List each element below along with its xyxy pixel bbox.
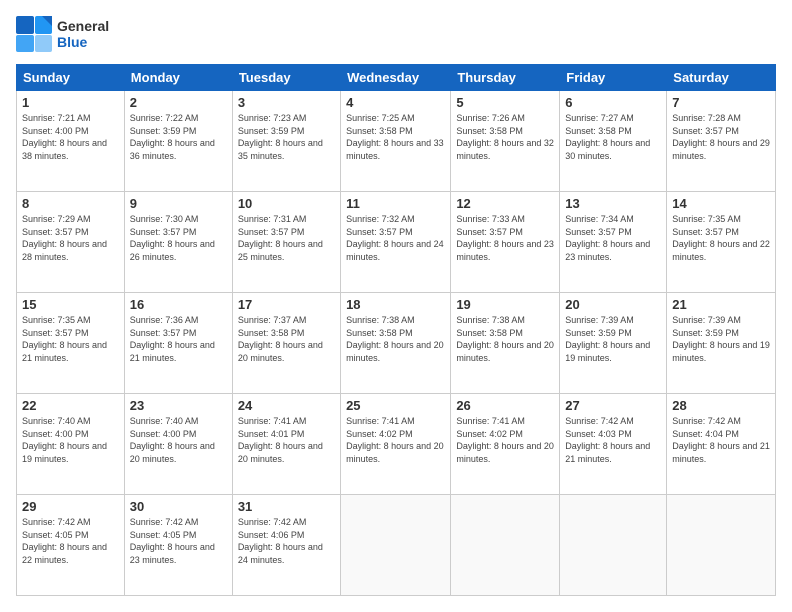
day-7: 7Sunrise: 7:28 AMSunset: 3:57 PMDaylight… (667, 91, 776, 192)
weekday-saturday: Saturday (667, 65, 776, 91)
calendar-page: General Blue SundayMondayTuesdayWednesda… (0, 0, 792, 612)
logo-blue-text: Blue (57, 34, 109, 50)
week-row-3: 15Sunrise: 7:35 AMSunset: 3:57 PMDayligh… (17, 293, 776, 394)
day-5: 5Sunrise: 7:26 AMSunset: 3:58 PMDaylight… (451, 91, 560, 192)
day-15: 15Sunrise: 7:35 AMSunset: 3:57 PMDayligh… (17, 293, 125, 394)
day-3: 3Sunrise: 7:23 AMSunset: 3:59 PMDaylight… (232, 91, 340, 192)
day-20: 20Sunrise: 7:39 AMSunset: 3:59 PMDayligh… (560, 293, 667, 394)
day-31: 31Sunrise: 7:42 AMSunset: 4:06 PMDayligh… (232, 495, 340, 596)
day-21: 21Sunrise: 7:39 AMSunset: 3:59 PMDayligh… (667, 293, 776, 394)
day-18: 18Sunrise: 7:38 AMSunset: 3:58 PMDayligh… (341, 293, 451, 394)
week-row-4: 22Sunrise: 7:40 AMSunset: 4:00 PMDayligh… (17, 394, 776, 495)
day-30: 30Sunrise: 7:42 AMSunset: 4:05 PMDayligh… (124, 495, 232, 596)
day-11: 11Sunrise: 7:32 AMSunset: 3:57 PMDayligh… (341, 192, 451, 293)
logo-general-text: General (57, 18, 109, 34)
empty-cell (667, 495, 776, 596)
header: General Blue (16, 16, 776, 52)
logo-graphic-icon (16, 16, 52, 52)
empty-cell (560, 495, 667, 596)
day-23: 23Sunrise: 7:40 AMSunset: 4:00 PMDayligh… (124, 394, 232, 495)
week-row-1: 1Sunrise: 7:21 AMSunset: 4:00 PMDaylight… (17, 91, 776, 192)
day-13: 13Sunrise: 7:34 AMSunset: 3:57 PMDayligh… (560, 192, 667, 293)
day-17: 17Sunrise: 7:37 AMSunset: 3:58 PMDayligh… (232, 293, 340, 394)
weekday-wednesday: Wednesday (341, 65, 451, 91)
weekday-thursday: Thursday (451, 65, 560, 91)
logo: General Blue (16, 16, 109, 52)
day-9: 9Sunrise: 7:30 AMSunset: 3:57 PMDaylight… (124, 192, 232, 293)
weekday-tuesday: Tuesday (232, 65, 340, 91)
day-6: 6Sunrise: 7:27 AMSunset: 3:58 PMDaylight… (560, 91, 667, 192)
day-24: 24Sunrise: 7:41 AMSunset: 4:01 PMDayligh… (232, 394, 340, 495)
day-14: 14Sunrise: 7:35 AMSunset: 3:57 PMDayligh… (667, 192, 776, 293)
day-22: 22Sunrise: 7:40 AMSunset: 4:00 PMDayligh… (17, 394, 125, 495)
day-29: 29Sunrise: 7:42 AMSunset: 4:05 PMDayligh… (17, 495, 125, 596)
weekday-friday: Friday (560, 65, 667, 91)
day-27: 27Sunrise: 7:42 AMSunset: 4:03 PMDayligh… (560, 394, 667, 495)
week-row-2: 8Sunrise: 7:29 AMSunset: 3:57 PMDaylight… (17, 192, 776, 293)
empty-cell (451, 495, 560, 596)
day-25: 25Sunrise: 7:41 AMSunset: 4:02 PMDayligh… (341, 394, 451, 495)
calendar-table: SundayMondayTuesdayWednesdayThursdayFrid… (16, 64, 776, 596)
day-19: 19Sunrise: 7:38 AMSunset: 3:58 PMDayligh… (451, 293, 560, 394)
day-2: 2Sunrise: 7:22 AMSunset: 3:59 PMDaylight… (124, 91, 232, 192)
day-1: 1Sunrise: 7:21 AMSunset: 4:00 PMDaylight… (17, 91, 125, 192)
day-16: 16Sunrise: 7:36 AMSunset: 3:57 PMDayligh… (124, 293, 232, 394)
empty-cell (341, 495, 451, 596)
weekday-sunday: Sunday (17, 65, 125, 91)
day-12: 12Sunrise: 7:33 AMSunset: 3:57 PMDayligh… (451, 192, 560, 293)
weekday-header-row: SundayMondayTuesdayWednesdayThursdayFrid… (17, 65, 776, 91)
day-28: 28Sunrise: 7:42 AMSunset: 4:04 PMDayligh… (667, 394, 776, 495)
day-4: 4Sunrise: 7:25 AMSunset: 3:58 PMDaylight… (341, 91, 451, 192)
week-row-5: 29Sunrise: 7:42 AMSunset: 4:05 PMDayligh… (17, 495, 776, 596)
day-26: 26Sunrise: 7:41 AMSunset: 4:02 PMDayligh… (451, 394, 560, 495)
day-8: 8Sunrise: 7:29 AMSunset: 3:57 PMDaylight… (17, 192, 125, 293)
day-10: 10Sunrise: 7:31 AMSunset: 3:57 PMDayligh… (232, 192, 340, 293)
weekday-monday: Monday (124, 65, 232, 91)
